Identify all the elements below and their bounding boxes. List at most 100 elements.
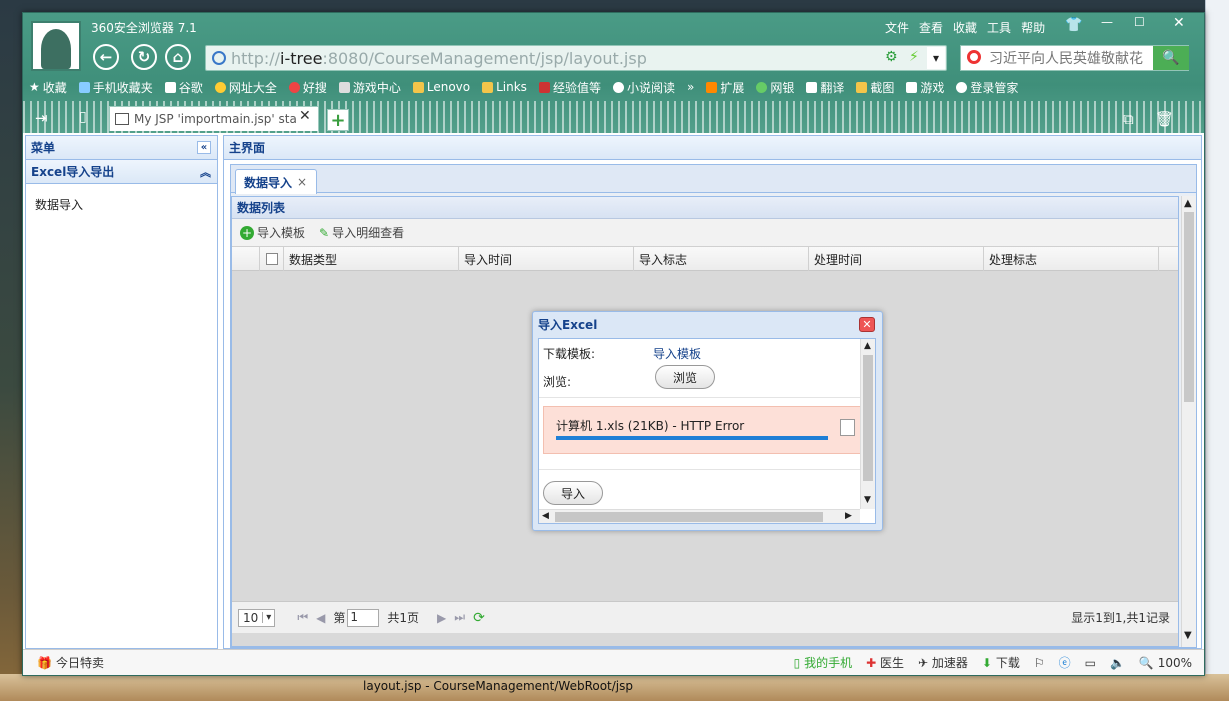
refresh-icon[interactable]: ⟳ [473,610,485,626]
menu-favorites[interactable]: 收藏 [953,19,977,36]
scroll-thumb[interactable] [555,512,823,522]
more-bookmarks-icon[interactable]: » [687,80,694,94]
bookmark-sites[interactable]: 网址大全 [214,79,277,96]
my-phone-button[interactable]: ▯ 我的手机 [794,654,852,671]
skin-icon[interactable]: 👕 [1065,17,1082,33]
select-all-checkbox[interactable] [260,247,284,271]
column-process-time[interactable]: 处理时间 [809,247,984,271]
download-template-link[interactable]: 导入模板 [653,345,701,362]
bank-button[interactable]: 网银 [756,79,794,96]
next-page-icon[interactable]: ▶ [437,611,446,625]
import-template-button[interactable]: + 导入模板 [240,224,305,241]
accordion-header[interactable]: Excel导入导出 ︽ [26,160,217,184]
bookmark-label: 好搜 [302,80,327,95]
window-icon[interactable]: ▭ [1085,656,1096,670]
search-button[interactable]: 🔍 [1153,46,1189,70]
bookmark-lenovo[interactable]: Lenovo [412,80,470,94]
tab-close-icon[interactable]: ✕ [299,108,311,124]
translate-button[interactable]: 翻译 [806,79,844,96]
daily-deals-link[interactable]: 今日特卖 [56,654,104,671]
phone-tab-icon[interactable]: ▯ [79,109,87,125]
close-window-button[interactable]: ✕ [1173,15,1185,31]
page-number-input[interactable]: 1 [347,608,380,627]
column-data-type[interactable]: 数据类型 [284,247,459,271]
accelerator-button[interactable]: ✈ 加速器 [918,654,968,671]
bookmark-favorites[interactable]: ★ 收藏 [29,79,67,96]
broken-image-icon[interactable] [840,419,855,436]
pencil-icon: ✎ [319,225,330,240]
flag-icon[interactable]: ⚐ [1034,656,1045,670]
scroll-right-icon[interactable]: ▶ [845,511,852,521]
phone-icon [78,81,90,93]
scroll-thumb[interactable] [863,355,873,481]
scroll-up-icon[interactable]: ▲ [1184,198,1192,209]
total-pages: 共1页 [387,611,420,625]
refresh-button[interactable]: ↻ [131,44,157,70]
url-dropdown-icon[interactable]: ▾ [927,47,945,69]
page-size-select[interactable]: 10 ▾ [238,608,276,627]
scroll-up-icon[interactable]: ▲ [864,341,871,351]
plus-icon [214,81,226,93]
ie-icon[interactable]: ⓔ [1059,654,1071,671]
bookmark-label: 经验值等 [552,80,601,95]
browser-tab-active[interactable]: My JSP 'importmain.jsp' sta [109,106,319,131]
back-button[interactable]: ← [93,44,119,70]
prev-page-icon[interactable]: ◀ [316,611,325,625]
dialog-horizontal-scrollbar[interactable]: ◀ ▶ [539,509,860,523]
import-button[interactable]: 导入 [543,481,603,505]
column-import-time[interactable]: 导入时间 [459,247,634,271]
vertical-scrollbar[interactable]: ▲ ▼ [1181,196,1196,647]
bookmark-links[interactable]: Links [482,80,527,94]
scroll-down-icon[interactable]: ▼ [864,495,871,505]
tab-data-import[interactable]: 数据导入 × [235,169,317,194]
menu-help[interactable]: 帮助 [1021,19,1045,36]
status-label: 我的手机 [804,656,853,670]
maximize-button[interactable]: ☐ [1134,15,1145,29]
minimize-button[interactable]: — [1101,15,1113,29]
import-detail-button[interactable]: ✎ 导入明细查看 [319,224,404,241]
speed-icon[interactable]: ⚙ [885,49,898,65]
collapse-up-icon[interactable]: ︽ [200,164,211,180]
bookmark-novel[interactable]: 小说阅读 [612,79,675,96]
last-page-icon[interactable]: ⏭ [454,610,465,625]
scroll-thumb[interactable] [1184,212,1194,402]
screenshot-button[interactable]: 截图 [856,79,894,96]
browse-button[interactable]: 浏览 [655,365,715,389]
dialog-vertical-scrollbar[interactable]: ▲ ▼ [860,339,875,509]
scroll-down-icon[interactable]: ▼ [1184,630,1192,641]
column-process-flag[interactable]: 处理标志 [984,247,1159,271]
translate-icon [806,81,818,93]
sidebar-toggle-icon[interactable]: ⇥ [35,109,48,127]
volume-icon[interactable]: 🔈 [1110,656,1125,670]
bookmark-jingyan[interactable]: 经验值等 [538,79,601,96]
home-button[interactable]: ⌂ [165,44,191,70]
taskbar: layout.jsp - CourseManagement/WebRoot/js… [0,674,1229,701]
url-path: :8080/CourseManagement/jsp/layout.jsp [322,48,647,68]
login-manager-button[interactable]: 登录管家 [956,79,1018,96]
game-button[interactable]: 游戏 [906,79,944,96]
collapse-left-icon[interactable]: « [197,141,211,154]
scroll-left-icon[interactable]: ◀ [542,511,549,521]
zoom-control[interactable]: 🔍 100% [1139,656,1192,670]
trash-icon[interactable]: 🗑 [1155,110,1174,128]
cat-icon [41,29,71,69]
menu-file[interactable]: 文件 [885,19,909,36]
menu-tools[interactable]: 工具 [987,19,1011,36]
bookmark-haosou[interactable]: 好搜 [288,79,327,96]
download-button[interactable]: ⬇ 下载 [982,654,1020,671]
bookmark-google[interactable]: 谷歌 [164,79,203,96]
tab-close-icon[interactable]: × [297,175,307,189]
menu-item-data-import[interactable]: 数据导入 [26,184,217,213]
address-bar[interactable]: http://i-tree:8080/CourseManagement/jsp/… [205,45,947,71]
new-tab-button[interactable]: + [327,109,349,131]
bookmark-games[interactable]: 游戏中心 [338,79,401,96]
first-page-icon[interactable]: ⏮ [297,610,308,625]
menu-view[interactable]: 查看 [919,19,943,36]
doctor-button[interactable]: ✚ 医生 [866,654,904,671]
restore-tab-icon[interactable]: ⧉ [1123,110,1134,128]
extension-button[interactable]: 扩展 [706,79,744,96]
bookmark-mobile[interactable]: 手机收藏夹 [78,79,153,96]
column-import-flag[interactable]: 导入标志 [634,247,809,271]
dialog-close-button[interactable]: ✕ [859,317,875,332]
lightning-icon[interactable]: ⚡ [909,49,919,65]
